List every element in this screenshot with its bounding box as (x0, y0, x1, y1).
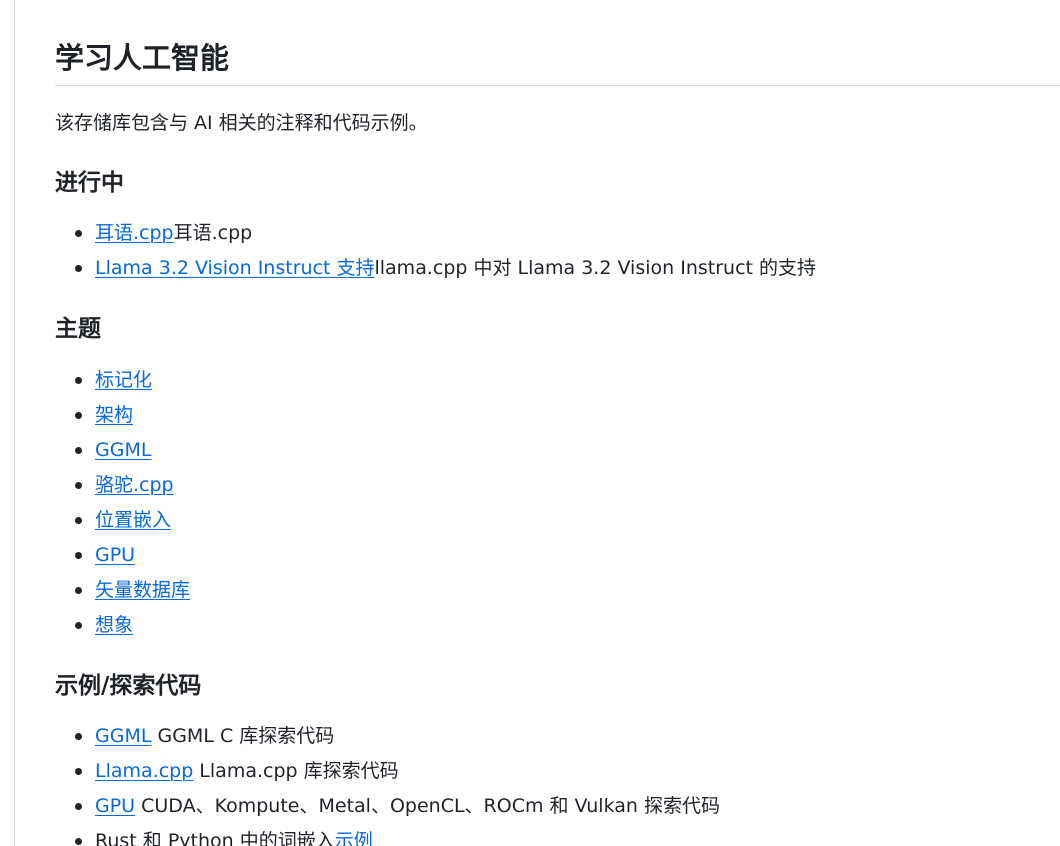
architecture-link[interactable]: 架构 (95, 404, 133, 426)
section-heading-in-progress: 进行中 (55, 170, 124, 196)
list-item: GGML (55, 436, 190, 471)
bullet-icon (75, 377, 82, 384)
ggml-topic-link[interactable]: GGML (95, 439, 151, 461)
bullet-icon (75, 447, 82, 454)
bullet-icon (75, 482, 82, 489)
topics-list: 标记化 架构 GGML 骆驼.cpp 位置嵌入 GPU 矢量数据库 想象 (55, 366, 190, 646)
bullet-icon (75, 230, 82, 237)
list-item: 耳语.cpp耳语.cpp (55, 219, 816, 254)
gpu-example-link[interactable]: GPU (95, 795, 135, 817)
title-divider (55, 85, 1060, 86)
list-item: 架构 (55, 401, 190, 436)
bullet-icon (75, 622, 82, 629)
left-border (14, 0, 15, 846)
position-embedding-link[interactable]: 位置嵌入 (95, 509, 171, 531)
vector-database-link[interactable]: 矢量数据库 (95, 579, 190, 601)
list-item: Llama.cpp Llama.cpp 库探索代码 (55, 757, 720, 792)
list-item: 标记化 (55, 366, 190, 401)
llama-cpp-example-link[interactable]: Llama.cpp (95, 760, 193, 782)
examples-list: GGML GGML C 库探索代码 Llama.cpp Llama.cpp 库探… (55, 722, 720, 846)
section-heading-examples: 示例/探索代码 (55, 673, 202, 699)
embeddings-example-link[interactable]: 示例 (335, 830, 373, 846)
llama-vision-link[interactable]: Llama 3.2 Vision Instruct 支持 (95, 257, 374, 279)
bullet-icon (75, 412, 82, 419)
list-item: 骆驼.cpp (55, 471, 190, 506)
bullet-icon (75, 265, 82, 272)
list-item: 想象 (55, 611, 190, 646)
section-heading-topics: 主题 (55, 316, 101, 342)
list-item: GPU (55, 541, 190, 576)
list-item: GGML GGML C 库探索代码 (55, 722, 720, 757)
vision-link[interactable]: 想象 (95, 614, 133, 636)
bullet-icon (75, 768, 82, 775)
bullet-icon (75, 838, 82, 845)
bullet-icon (75, 552, 82, 559)
item-text: llama.cpp 中对 Llama 3.2 Vision Instruct 的… (374, 257, 817, 279)
gpu-topic-link[interactable]: GPU (95, 544, 135, 566)
in-progress-list: 耳语.cpp耳语.cpp Llama 3.2 Vision Instruct 支… (55, 219, 816, 289)
page-title: 学习人工智能 (55, 41, 230, 75)
llama-cpp-topic-link[interactable]: 骆驼.cpp (95, 474, 174, 496)
whisper-cpp-link[interactable]: 耳语.cpp (95, 222, 174, 244)
item-text: 耳语.cpp (173, 222, 253, 244)
bullet-icon (75, 517, 82, 524)
item-text: Llama.cpp 库探索代码 (193, 760, 399, 782)
list-item: Llama 3.2 Vision Instruct 支持llama.cpp 中对… (55, 254, 816, 289)
list-item: GPU CUDA、Kompute、Metal、OpenCL、ROCm 和 Vul… (55, 792, 720, 827)
list-item: 矢量数据库 (55, 576, 190, 611)
bullet-icon (75, 587, 82, 594)
list-item: 位置嵌入 (55, 506, 190, 541)
bullet-icon (75, 803, 82, 810)
item-text: GGML C 库探索代码 (151, 725, 335, 747)
item-text: Rust 和 Python 中的词嵌入 (95, 830, 335, 846)
list-item: Rust 和 Python 中的词嵌入示例 (55, 827, 720, 846)
intro-text: 该存储库包含与 AI 相关的注释和代码示例。 (55, 112, 428, 134)
item-text: CUDA、Kompute、Metal、OpenCL、ROCm 和 Vulkan … (135, 795, 720, 817)
ggml-example-link[interactable]: GGML (95, 725, 151, 747)
bullet-icon (75, 733, 82, 740)
tokenization-link[interactable]: 标记化 (95, 369, 152, 391)
